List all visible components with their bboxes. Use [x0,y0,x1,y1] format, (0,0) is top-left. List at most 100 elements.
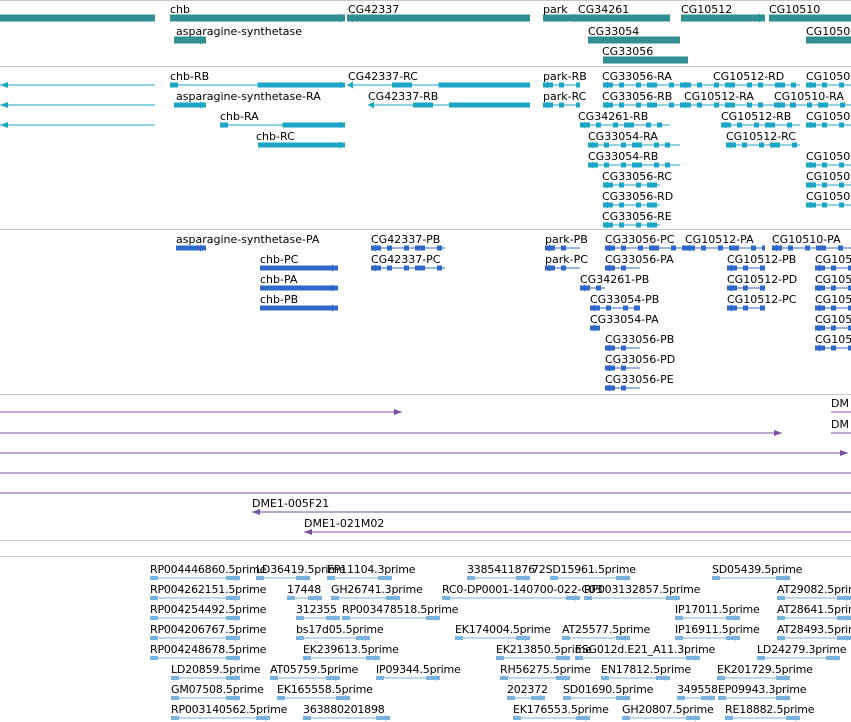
clones-feature-label[interactable]: DME1-021M02 [304,518,384,530]
transcripts-track[interactable]: chb-RB asparagine-synthetase-RA chb-RA chb-… [0,67,851,229]
ests-feature-label[interactable]: 312355 [296,604,337,616]
proteins-feature-label[interactable]: CG105 [815,274,851,286]
ests-feature-label[interactable]: 72SD15961.5prime [532,564,636,576]
proteins-feature-label[interactable]: CG105 [815,314,851,326]
transcripts-feature-label[interactable]: asparagine-synthetase-RA [176,91,321,103]
ests-feature-label[interactable]: AT05759.5prime [270,664,358,676]
transcripts-feature-label[interactable]: CG10510-RA [774,91,844,103]
transcripts-feature-label[interactable]: CG1050 [806,151,850,163]
proteins-feature-label[interactable]: park-PB [545,234,588,246]
transcripts-feature-label[interactable]: CG10512-RA [684,91,754,103]
proteins-feature-label[interactable]: CG105 [815,294,851,306]
genes-feature-label[interactable]: chb [170,4,190,16]
transcripts-feature-label[interactable]: chb-RA [220,111,259,123]
ests-track[interactable]: RP004446860.5prime LD36419.5prime EP11104.… [0,556,851,722]
clones-feature[interactable] [0,472,851,474]
ests-feature-label[interactable]: EN17812.5prime [601,664,691,676]
genes-feature-label[interactable]: CG34261 [578,4,629,16]
clones-feature-label[interactable]: DM [831,398,849,410]
clones-feature[interactable] [0,430,782,436]
ests-feature-label[interactable]: LD24279.3prime [757,644,847,656]
transcripts-feature-label[interactable]: CG34261-RB [578,111,648,123]
ests-feature-label[interactable]: 202372 [507,684,548,696]
transcripts-feature-label[interactable]: chb-RC [256,131,295,143]
proteins-feature-label[interactable]: park-PC [545,254,588,266]
proteins-feature-label[interactable]: CG34261-PB [580,274,649,286]
ests-feature-label[interactable]: 363880201898 [303,704,385,716]
transcripts-feature-label[interactable]: CG1050 [806,191,850,203]
proteins-feature-label[interactable]: CG105 [815,254,851,266]
ests-feature-label[interactable]: EK176553.5prime [513,704,609,716]
proteins-feature-label[interactable]: chb-PA [260,274,297,286]
genes-feature-label[interactable]: CG33054 [588,26,639,38]
proteins-feature-label[interactable]: CG33056-PD [605,354,675,366]
ests-feature-label[interactable]: GH26741.3prime [331,584,423,596]
transcripts-feature-label[interactable]: CG42337-RC [348,71,418,83]
ests-feature-label[interactable]: RP003478518.5prime [342,604,458,616]
proteins-feature-label[interactable]: CG33054-PA [590,314,659,326]
genome-browser-viewer[interactable]: chb asparagine-synthetase CG42337 park CG342… [0,0,851,722]
ests-feature-label[interactable]: RP003132857.5prime [584,584,700,596]
transcripts-feature-label[interactable]: CG33056-RC [602,171,672,183]
clones-feature[interactable] [831,432,851,434]
transcripts-feature-label[interactable]: CG1050 [806,171,850,183]
ests-feature-label[interactable]: RP004262151.5prime [150,584,266,596]
genes-feature-label[interactable]: CG10510 [769,4,820,16]
proteins-feature-label[interactable]: CG42337-PC [371,254,440,266]
transcripts-feature[interactable] [0,82,155,88]
transcripts-feature[interactable] [0,122,155,128]
ests-feature-label[interactable]: EK165558.5prime [277,684,373,696]
proteins-feature-label[interactable]: CG10512-PC [727,294,796,306]
transcripts-feature-label[interactable]: CG33056-RE [602,211,672,223]
ests-feature-label[interactable]: EP09943.3prime [718,684,807,696]
proteins-feature-label[interactable]: CG105 [815,334,851,346]
ests-feature-label[interactable]: ESG012d.E21_A11.3prime [575,644,715,656]
proteins-feature-label[interactable]: CG10512-PB [727,254,796,266]
genes-feature-label[interactable]: CG10512 [681,4,732,16]
transcripts-feature-label[interactable]: CG33056-RB [602,91,672,103]
proteins-feature-label[interactable]: CG33056-PC [605,234,674,246]
transcripts-feature-label[interactable]: CG10512-RC [726,131,796,143]
transcripts-feature-label[interactable]: park-RB [543,71,587,83]
transcripts-feature-label[interactable]: CG1050 [806,71,850,83]
transcripts-feature-label[interactable]: CG33054-RA [588,131,658,143]
clones-track[interactable]: DM DM DME1-005F21 DME1-021M02 [0,395,851,540]
proteins-feature-label[interactable]: chb-PC [260,254,298,266]
transcripts-feature[interactable] [0,102,155,108]
ests-feature-label[interactable]: 17448 [287,584,321,596]
ests-feature-label[interactable]: GH20807.5prime [622,704,714,716]
ests-feature-label[interactable]: RP003140562.5prime [171,704,287,716]
genes-feature-label[interactable]: park [543,4,568,16]
clones-feature[interactable] [304,529,851,535]
proteins-track[interactable]: asparagine-synthetase-PA chb-PC chb-PA chb-… [0,230,851,394]
clones-feature[interactable] [0,492,851,494]
ests-feature-label[interactable]: EP11104.3prime [327,564,416,576]
proteins-feature-label[interactable]: CG33054-PB [590,294,659,306]
clones-feature[interactable] [0,450,848,456]
ests-feature-label[interactable]: LD20859.5prime [171,664,261,676]
proteins-feature-label[interactable]: CG33056-PB [605,334,674,346]
proteins-feature-label[interactable]: CG10512-PD [727,274,797,286]
transcripts-feature-label[interactable]: CG1050 [806,111,850,123]
clones-feature-label[interactable]: DME1-005F21 [252,498,329,510]
clones-feature[interactable] [831,411,851,413]
ests-feature-label[interactable]: GM07508.5prime [171,684,264,696]
ests-feature-label[interactable]: EK201729.5prime [717,664,813,676]
transcripts-feature-label[interactable]: CG33056-RD [602,191,673,203]
ests-feature-label[interactable]: AT28641.5prime [777,604,851,616]
transcripts-feature-label[interactable]: CG42337-RB [368,91,438,103]
ests-feature-label[interactable]: bs17d05.5prime [296,624,384,636]
proteins-feature-label[interactable]: CG10510-PA [772,234,841,246]
proteins-feature-label[interactable]: chb-PB [260,294,298,306]
genes-track[interactable]: chb asparagine-synthetase CG42337 park CG342… [0,0,851,66]
ests-feature-label[interactable]: RP004254492.5prime [150,604,266,616]
ests-feature-label[interactable]: 3385411876 [467,564,535,576]
ests-feature-label[interactable]: IP16911.5prime [675,624,760,636]
ests-feature-label[interactable]: 349558 [677,684,718,696]
genes-feature-label[interactable]: CG33056 [602,46,653,58]
clones-feature[interactable] [252,509,851,515]
transcripts-feature-label[interactable]: CG10512-RB [721,111,791,123]
ests-feature-label[interactable]: RP004206767.5prime [150,624,266,636]
clones-feature[interactable] [0,409,402,415]
ests-feature-label[interactable]: RP004248678.5prime [150,644,266,656]
